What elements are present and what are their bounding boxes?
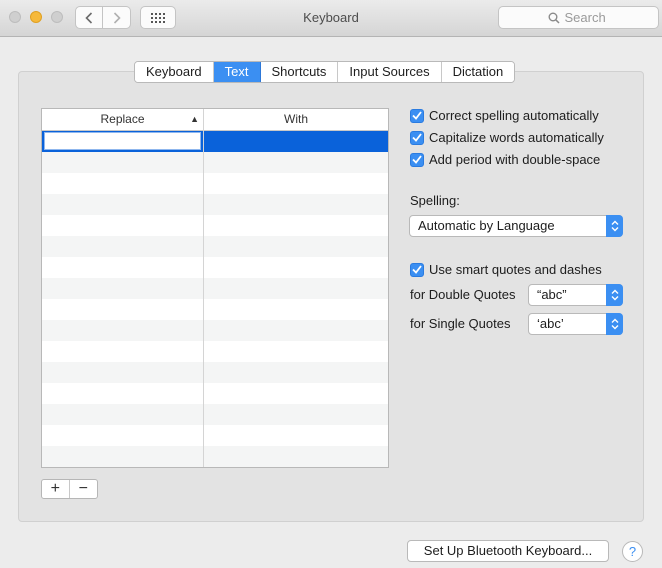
- updown-chevron-icon: [606, 284, 623, 306]
- tab-dictation[interactable]: Dictation: [441, 62, 515, 82]
- checkmark-icon: [412, 155, 422, 164]
- tab-input-sources[interactable]: Input Sources: [338, 62, 442, 82]
- checkmark-icon: [412, 111, 422, 120]
- replace-cell[interactable]: [42, 320, 204, 341]
- checkmark-icon: [412, 265, 422, 274]
- replace-cell[interactable]: [42, 152, 204, 173]
- with-cell[interactable]: [204, 173, 388, 194]
- sort-ascending-icon: ▲: [190, 114, 199, 124]
- table-row[interactable]: [42, 299, 388, 320]
- tab-bar: Keyboard Text Shortcuts Input Sources Di…: [134, 61, 516, 83]
- table-row[interactable]: [42, 404, 388, 425]
- remove-button[interactable]: −: [70, 480, 97, 498]
- table-row[interactable]: [42, 131, 388, 152]
- updown-chevron-icon: [606, 313, 623, 335]
- with-cell[interactable]: [204, 425, 388, 446]
- help-button[interactable]: ?: [622, 541, 643, 562]
- with-cell[interactable]: [204, 215, 388, 236]
- capitalize-words-checkbox[interactable]: [410, 130, 424, 145]
- search-icon: [548, 12, 560, 24]
- capitalize-words-label: Capitalize words automatically: [429, 130, 604, 145]
- tab-text[interactable]: Text: [213, 62, 261, 82]
- correct-spelling-checkbox[interactable]: [410, 108, 424, 123]
- replace-cell[interactable]: [42, 236, 204, 257]
- title-bar: Keyboard: [0, 0, 662, 37]
- search-field[interactable]: [498, 6, 659, 29]
- correct-spelling-label: Correct spelling automatically: [429, 108, 599, 123]
- with-cell[interactable]: [204, 194, 388, 215]
- spelling-popup[interactable]: Automatic by Language: [409, 215, 623, 237]
- table-row[interactable]: [42, 236, 388, 257]
- with-cell[interactable]: [204, 341, 388, 362]
- search-input[interactable]: [564, 10, 610, 25]
- double-quotes-value: “abc”: [537, 287, 567, 302]
- replace-cell[interactable]: [42, 341, 204, 362]
- table-header: Replace ▲ With: [42, 109, 388, 131]
- tab-keyboard[interactable]: Keyboard: [135, 62, 214, 82]
- table-row[interactable]: [42, 194, 388, 215]
- replace-cell[interactable]: [42, 362, 204, 383]
- replace-cell[interactable]: [42, 446, 204, 467]
- replace-cell[interactable]: [42, 404, 204, 425]
- replace-cell[interactable]: [42, 194, 204, 215]
- with-cell[interactable]: [204, 152, 388, 173]
- correct-spelling-option[interactable]: Correct spelling automatically: [410, 108, 599, 123]
- with-cell[interactable]: [204, 131, 388, 152]
- with-cell[interactable]: [204, 278, 388, 299]
- table-row[interactable]: [42, 215, 388, 236]
- capitalize-words-option[interactable]: Capitalize words automatically: [410, 130, 604, 145]
- with-cell[interactable]: [204, 383, 388, 404]
- table-row[interactable]: [42, 341, 388, 362]
- replace-cell[interactable]: [42, 131, 204, 152]
- table-row[interactable]: [42, 446, 388, 467]
- table-row[interactable]: [42, 173, 388, 194]
- single-quotes-popup[interactable]: ‘abc’: [528, 313, 623, 335]
- text-replacement-table[interactable]: Replace ▲ With: [41, 108, 389, 468]
- updown-chevron-icon: [606, 215, 623, 237]
- add-remove-buttons: + −: [41, 479, 98, 499]
- replace-cell[interactable]: [42, 383, 204, 404]
- with-cell[interactable]: [204, 362, 388, 383]
- replace-cell[interactable]: [42, 215, 204, 236]
- smart-quotes-label: Use smart quotes and dashes: [429, 262, 602, 277]
- replace-cell[interactable]: [42, 278, 204, 299]
- table-row[interactable]: [42, 425, 388, 446]
- spelling-label: Spelling:: [410, 193, 460, 208]
- with-cell[interactable]: [204, 257, 388, 278]
- table-row[interactable]: [42, 152, 388, 173]
- table-body: [42, 131, 388, 467]
- replace-cell[interactable]: [42, 257, 204, 278]
- replace-cell[interactable]: [42, 425, 204, 446]
- spelling-popup-value: Automatic by Language: [418, 218, 555, 233]
- column-header-with[interactable]: With: [204, 109, 388, 131]
- table-row[interactable]: [42, 383, 388, 404]
- table-row[interactable]: [42, 320, 388, 341]
- smart-quotes-checkbox[interactable]: [410, 262, 424, 277]
- with-cell[interactable]: [204, 320, 388, 341]
- setup-bluetooth-keyboard-button[interactable]: Set Up Bluetooth Keyboard...: [407, 540, 609, 562]
- replace-cell[interactable]: [42, 299, 204, 320]
- single-quotes-value: ‘abc’: [537, 316, 564, 331]
- double-quotes-label: for Double Quotes: [410, 287, 516, 302]
- column-header-replace[interactable]: Replace ▲: [42, 109, 204, 131]
- double-quotes-popup[interactable]: “abc”: [528, 284, 623, 306]
- add-period-label: Add period with double-space: [429, 152, 601, 167]
- with-cell[interactable]: [204, 404, 388, 425]
- table-row[interactable]: [42, 278, 388, 299]
- table-row[interactable]: [42, 257, 388, 278]
- column-header-replace-label: Replace: [100, 112, 145, 126]
- with-cell[interactable]: [204, 446, 388, 467]
- tab-shortcuts[interactable]: Shortcuts: [260, 62, 339, 82]
- replace-edit-field[interactable]: [44, 132, 201, 150]
- single-quotes-label: for Single Quotes: [410, 316, 511, 331]
- with-cell[interactable]: [204, 236, 388, 257]
- replace-cell[interactable]: [42, 173, 204, 194]
- add-period-option[interactable]: Add period with double-space: [410, 152, 600, 167]
- table-row[interactable]: [42, 362, 388, 383]
- smart-quotes-option[interactable]: Use smart quotes and dashes: [410, 262, 602, 277]
- add-button[interactable]: +: [42, 480, 70, 498]
- with-cell[interactable]: [204, 299, 388, 320]
- add-period-checkbox[interactable]: [410, 152, 424, 167]
- checkmark-icon: [412, 133, 422, 142]
